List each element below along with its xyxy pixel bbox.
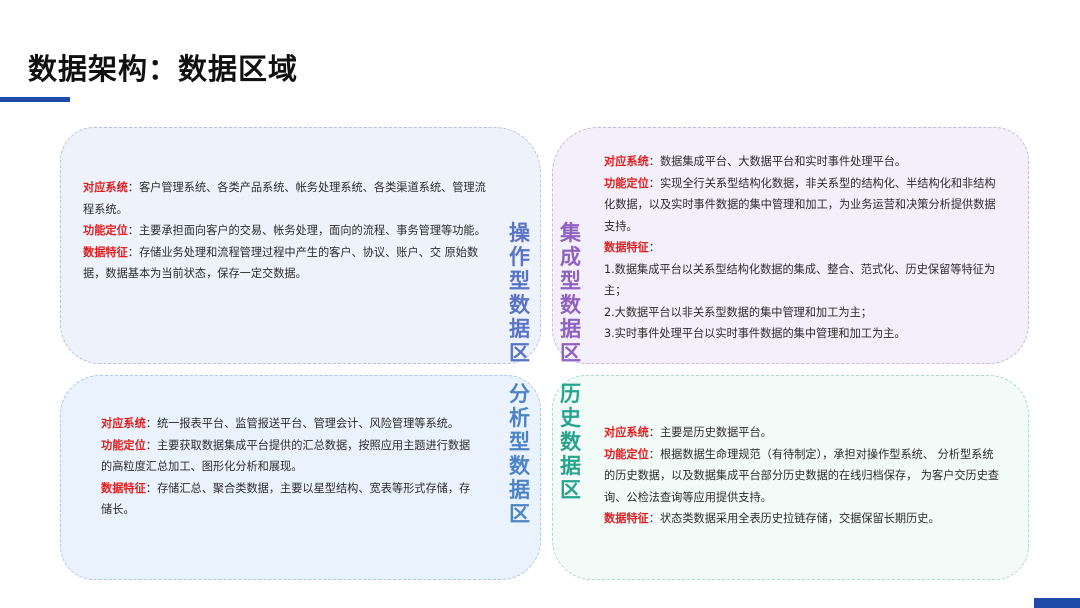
feature-item: 2.大数据平台以非关系型数据的集中管理和加工为主； (604, 305, 872, 319)
label-char: 据 (560, 454, 581, 478)
title-accent-bar (0, 97, 70, 102)
feature-text: 存储业务处理和流程管理过程中产生的客户、协议、账户、交 原始数据，数据基本为当前… (83, 245, 479, 281)
label-char: 区 (560, 341, 581, 365)
feature-label: 数据特征 (83, 245, 128, 259)
label-char: 集 (560, 221, 581, 245)
function-label: 功能定位 (604, 447, 649, 461)
system-text: 客户管理系统、各类产品系统、帐务处理系统、各类渠道系统、管理流程系统。 (83, 181, 486, 216)
feature-label: 数据特征 (604, 241, 649, 254)
function-text: 主要获取数据集成平台提供的汇总数据，按照应用主题进行数据的高粒度汇总加工、图形化… (101, 438, 471, 474)
label-char: 据 (509, 317, 530, 341)
label-char: 型 (560, 269, 581, 293)
label-char: 区 (509, 502, 530, 526)
label-char: 型 (509, 269, 530, 293)
system-text: 主要是历史数据平台。 (659, 426, 772, 439)
feature-paragraph: 数据特征：状态类数据采用全表历史拉链存储，交据保留长期历史。 (604, 512, 940, 525)
label-char: 数 (560, 430, 581, 454)
system-label: 对应系统 (101, 417, 146, 430)
analytical-zone-content: 对应系统：统一报表平台、监管报送平台、管理会计、风险管理等系统。 功能定位：主要… (101, 413, 477, 521)
feature-paragraph: 数据特征：存储业务处理和流程管理过程中产生的客户、协议、账户、交 原始数据，数据… (83, 245, 479, 281)
function-paragraph: 功能定位：主要承担面向客户的交易、帐务处理，面向的流程、事务管理等功能。 (83, 224, 486, 237)
label-char: 析 (509, 406, 530, 430)
integrated-zone-content: 对应系统：数据集成平台、大数据平台和实时事件处理平台。 功能定位：实现全行关系型… (604, 151, 1004, 345)
label-char: 分 (509, 382, 530, 406)
feature-paragraph: 数据特征：存储汇总、聚合类数据，主要以星型结构、宽表等形式存储，存储长。 (101, 481, 471, 517)
function-text: 主要承担面向客户的交易、帐务处理，面向的流程、事务管理等功能。 (138, 224, 486, 237)
feature-text: 状态类数据采用全表历史拉链存储，交据保留长期历史。 (659, 512, 940, 525)
system-label: 对应系统 (83, 181, 128, 194)
label-char: 型 (509, 430, 530, 454)
historical-zone-content: 对应系统：主要是历史数据平台。 功能定位：根据数据生命理规范（有待制定），承担对… (604, 422, 1004, 530)
page-title: 数据架构：数据区域 (28, 52, 299, 86)
label-char: 据 (509, 478, 530, 502)
system-paragraph: 对应系统：客户管理系统、各类产品系统、帐务处理系统、各类渠道系统、管理流程系统。 (83, 181, 486, 216)
corner-accent-bar (1034, 598, 1080, 608)
label-char: 数 (560, 293, 581, 317)
label-char: 数 (509, 454, 530, 478)
label-char: 作 (509, 245, 530, 269)
function-text: 根据数据生命理规范（有待制定），承担对操作型系统、 分析型系统的历史数据，以及数… (604, 447, 1000, 504)
label-char: 据 (560, 317, 581, 341)
feature-label: 数据特征 (101, 481, 146, 495)
feature-item: 1.数据集成平台以关系型结构化数据的集成、整合、范式化、历史保留等特征为主； (604, 262, 996, 298)
function-paragraph: 功能定位：实现全行关系型结构化数据，非关系型的结构化、半结构化和非结构化数据，以… (604, 176, 996, 233)
label-char: 操 (509, 221, 530, 245)
operational-zone-label: 操 作 型 数 据 区 (509, 221, 530, 365)
feature-label: 数据特征 (604, 512, 649, 525)
function-label: 功能定位 (604, 176, 649, 190)
function-paragraph: 功能定位：主要获取数据集成平台提供的汇总数据，按照应用主题进行数据的高粒度汇总加… (101, 438, 471, 474)
function-label: 功能定位 (101, 438, 146, 452)
label-char: 区 (509, 341, 530, 365)
function-paragraph: 功能定位：根据数据生命理规范（有待制定），承担对操作型系统、 分析型系统的历史数… (604, 447, 1000, 504)
historical-zone-label: 历 史 数 据 区 (560, 382, 581, 502)
system-label: 对应系统 (604, 155, 649, 168)
label-char: 历 (560, 382, 581, 406)
system-paragraph: 对应系统：统一报表平台、监管报送平台、管理会计、风险管理等系统。 (101, 417, 460, 430)
feature-item: 3.实时事件处理平台以实时事件数据的集中管理和加工为主。 (604, 327, 906, 340)
operational-zone-content: 对应系统：客户管理系统、各类产品系统、帐务处理系统、各类渠道系统、管理流程系统。… (83, 177, 491, 285)
feature-paragraph: 数据特征： (604, 241, 660, 254)
system-label: 对应系统 (604, 426, 649, 439)
function-label: 功能定位 (83, 224, 128, 237)
label-char: 区 (560, 478, 581, 502)
system-paragraph: 对应系统：数据集成平台、大数据平台和实时事件处理平台。 (604, 155, 907, 168)
function-text: 实现全行关系型结构化数据，非关系型的结构化、半结构化和非结构化数据，以及实时事件… (604, 176, 996, 233)
integrated-zone-label: 集 成 型 数 据 区 (560, 221, 581, 365)
analytical-zone-label: 分 析 型 数 据 区 (509, 382, 530, 526)
label-char: 史 (560, 406, 581, 430)
system-paragraph: 对应系统：主要是历史数据平台。 (604, 426, 772, 439)
label-char: 数 (509, 293, 530, 317)
system-text: 数据集成平台、大数据平台和实时事件处理平台。 (659, 155, 907, 168)
feature-text: 存储汇总、聚合类数据，主要以星型结构、宽表等形式存储，存储长。 (101, 481, 471, 517)
label-char: 成 (560, 245, 581, 269)
system-text: 统一报表平台、监管报送平台、管理会计、风险管理等系统。 (156, 417, 460, 430)
